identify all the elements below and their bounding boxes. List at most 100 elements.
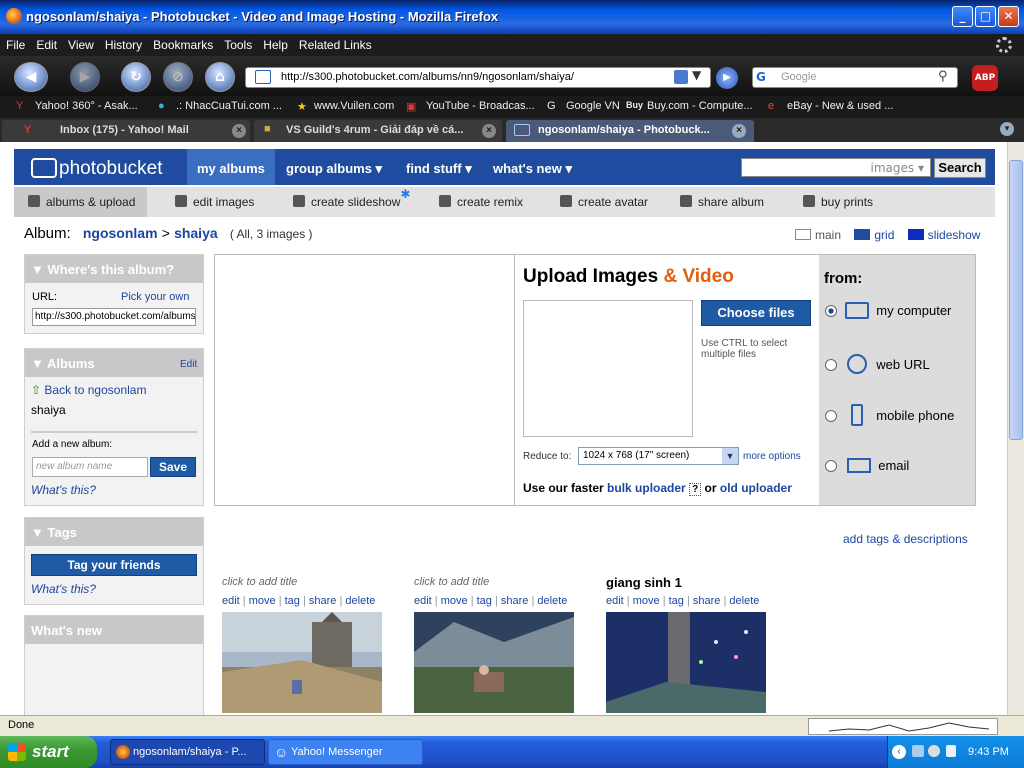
source-web-url[interactable]: web URL xyxy=(825,354,930,374)
whats-this-link[interactable]: What's this? xyxy=(31,582,96,596)
source-my-computer[interactable]: my computer xyxy=(825,302,951,319)
subnav-share-album[interactable]: share album xyxy=(680,195,764,209)
nav-group-albums[interactable]: group albums ▾ xyxy=(286,161,382,177)
subnav-edit-images[interactable]: edit images xyxy=(175,195,254,209)
back-link[interactable]: ⇧ Back to ngosonlam xyxy=(31,383,146,397)
nav-whats-new[interactable]: what's new ▾ xyxy=(493,161,572,177)
delete-link[interactable]: delete xyxy=(537,595,567,607)
search-icon[interactable]: ⚲ xyxy=(938,69,948,84)
adblock-icon[interactable]: ABP xyxy=(972,65,998,91)
tags-header[interactable]: ▼ Tags xyxy=(25,518,203,546)
photobucket-search-input[interactable]: images ▾ xyxy=(741,158,931,177)
close-button[interactable]: ✕ xyxy=(998,6,1019,27)
save-album-button[interactable]: Save xyxy=(150,457,196,477)
url-bar[interactable]: http://s300.photobucket.com/albums/nn9/n… xyxy=(245,67,711,88)
volume-icon[interactable] xyxy=(928,745,940,757)
subnav-create-slideshow[interactable]: create slideshow ✱ xyxy=(293,187,410,209)
edit-link[interactable]: edit xyxy=(222,595,240,607)
rss-icon[interactable] xyxy=(674,70,688,84)
album-url-field[interactable]: http://s300.photobucket.com/albums/nn9/n… xyxy=(32,308,196,326)
security-icon[interactable] xyxy=(946,745,956,757)
start-button[interactable]: start xyxy=(0,736,97,768)
radio[interactable] xyxy=(825,460,837,472)
where-album-header[interactable]: ▼ Where's this album? xyxy=(25,255,203,283)
source-email[interactable]: email xyxy=(825,458,909,473)
whats-this-link[interactable]: What's this? xyxy=(31,483,96,497)
nav-my-albums[interactable]: my albums xyxy=(187,149,275,185)
share-link[interactable]: share xyxy=(693,595,721,607)
scroll-thumb[interactable] xyxy=(1009,160,1023,440)
back-icon[interactable]: ◀ xyxy=(14,62,48,92)
menu-bookmarks[interactable]: Bookmarks xyxy=(147,34,218,52)
source-mobile-phone[interactable]: mobile phone xyxy=(825,404,954,426)
reduce-select[interactable]: 1024 x 768 (17" screen) ▼ xyxy=(578,447,739,465)
bookmark-yahoo360[interactable]: Yahoo! 360° - Asak... xyxy=(35,100,138,112)
maximize-button[interactable]: □ xyxy=(975,6,996,27)
image-thumbnail[interactable] xyxy=(414,612,574,713)
menu-file[interactable]: File xyxy=(0,34,30,52)
close-tab-icon[interactable]: × xyxy=(482,124,496,138)
search-scope-select[interactable]: images ▾ xyxy=(871,161,924,175)
tag-link[interactable]: tag xyxy=(285,595,300,607)
pick-your-own-link[interactable]: Pick your own xyxy=(121,291,189,303)
move-link[interactable]: move xyxy=(249,595,276,607)
move-link[interactable]: move xyxy=(441,595,468,607)
url-dropdown-icon[interactable]: ▼ xyxy=(692,68,701,82)
subnav-create-remix[interactable]: create remix xyxy=(439,195,523,209)
album-name-link[interactable]: shaiya xyxy=(174,225,218,241)
minimize-button[interactable]: _ xyxy=(952,6,973,27)
image-title[interactable]: giang sinh 1 xyxy=(606,575,682,590)
album-owner-link[interactable]: ngosonlam xyxy=(83,225,158,241)
help-icon[interactable]: ? xyxy=(689,483,702,496)
go-icon[interactable]: ▶ xyxy=(716,67,738,89)
subnav-albums-upload[interactable]: albums & upload xyxy=(14,187,148,217)
menu-history[interactable]: History xyxy=(99,34,147,52)
bookmark-vuilen[interactable]: www.Vuilen.com xyxy=(314,100,394,112)
edit-link[interactable]: edit xyxy=(414,595,432,607)
tab-list-icon[interactable]: ▾ xyxy=(1000,122,1014,136)
home-icon[interactable]: ⌂ xyxy=(205,62,235,92)
taskbar-yahoo-messenger[interactable]: ☺ Yahoo! Messenger xyxy=(268,739,423,765)
menu-edit[interactable]: Edit xyxy=(30,34,62,52)
menu-tools[interactable]: Tools xyxy=(218,34,257,52)
stop-icon[interactable]: ⊘ xyxy=(163,62,193,92)
image-title[interactable]: click to add title xyxy=(222,576,297,588)
radio[interactable] xyxy=(825,410,837,422)
forward-icon[interactable]: ▶ xyxy=(70,62,100,92)
tray-expand-icon[interactable]: ‹ xyxy=(892,745,906,759)
tab-yahoo-mail[interactable]: Y Inbox (175) - Yahoo! Mail × xyxy=(2,120,250,142)
photobucket-logo[interactable]: photobucket xyxy=(31,158,163,180)
nav-find-stuff[interactable]: find stuff ▾ xyxy=(406,161,472,177)
edit-link[interactable]: edit xyxy=(606,595,624,607)
subnav-create-avatar[interactable]: create avatar xyxy=(560,195,648,209)
add-tags-link[interactable]: add tags & descriptions xyxy=(843,532,968,546)
tag-link[interactable]: tag xyxy=(669,595,684,607)
search-button[interactable]: Search xyxy=(934,158,986,178)
bookmark-youtube[interactable]: YouTube - Broadcas... xyxy=(426,100,535,112)
bookmark-ebay[interactable]: eBay - New & used ... xyxy=(787,100,893,112)
menu-related-links[interactable]: Related Links xyxy=(293,34,377,52)
google-icon[interactable]: G xyxy=(756,70,766,84)
delete-link[interactable]: delete xyxy=(729,595,759,607)
menu-help[interactable]: Help xyxy=(257,34,293,52)
view-main[interactable]: main xyxy=(795,228,841,242)
delete-link[interactable]: delete xyxy=(345,595,375,607)
bookmark-nhaccuatui[interactable]: .: NhacCuaTui.com ... xyxy=(176,100,282,112)
move-link[interactable]: move xyxy=(633,595,660,607)
chevron-down-icon[interactable]: ▼ xyxy=(722,448,738,464)
tag-link[interactable]: tag xyxy=(477,595,492,607)
reload-icon[interactable]: ↻ xyxy=(121,62,151,92)
albums-header[interactable]: ▼ Albums xyxy=(25,349,203,377)
tab-vs-guild[interactable]: ■ VS Guild's 4rum - Giải đáp về cá... × xyxy=(254,120,502,142)
edit-albums-link[interactable]: Edit xyxy=(180,359,197,370)
share-link[interactable]: share xyxy=(501,595,529,607)
bookmark-googlevn[interactable]: Google VN xyxy=(566,100,620,112)
taskbar-firefox[interactable]: ngosonlam/shaiya - P... xyxy=(110,739,265,765)
close-tab-icon[interactable]: × xyxy=(232,124,246,138)
network-icon[interactable] xyxy=(912,745,924,757)
image-thumbnail[interactable] xyxy=(222,612,382,713)
bulk-uploader-link[interactable]: bulk uploader xyxy=(607,481,686,495)
radio[interactable] xyxy=(825,359,837,371)
current-album[interactable]: shaiya xyxy=(31,403,66,417)
more-options-link[interactable]: more options xyxy=(743,451,801,462)
